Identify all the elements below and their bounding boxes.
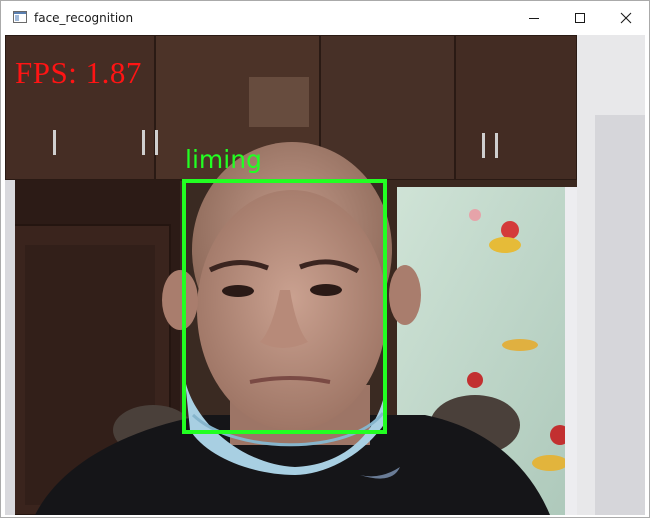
fps-readout: FPS: 1.87 [15, 55, 142, 90]
maximize-icon [575, 12, 585, 23]
close-icon [620, 12, 632, 23]
camera-frame: FPS: 1.87 liming [5, 35, 645, 515]
app-window-icon [13, 11, 27, 23]
minimize-icon [529, 17, 539, 19]
minimize-button[interactable] [511, 1, 557, 34]
window-title: face_recognition [34, 11, 134, 25]
camera-image [5, 35, 645, 515]
title-bar[interactable]: face_recognition [1, 1, 649, 34]
face-name-label: liming [185, 145, 262, 174]
maximize-button[interactable] [557, 1, 603, 34]
app-window: face_recognition FPS: 1.87 liming [0, 0, 650, 518]
close-button[interactable] [603, 1, 649, 34]
